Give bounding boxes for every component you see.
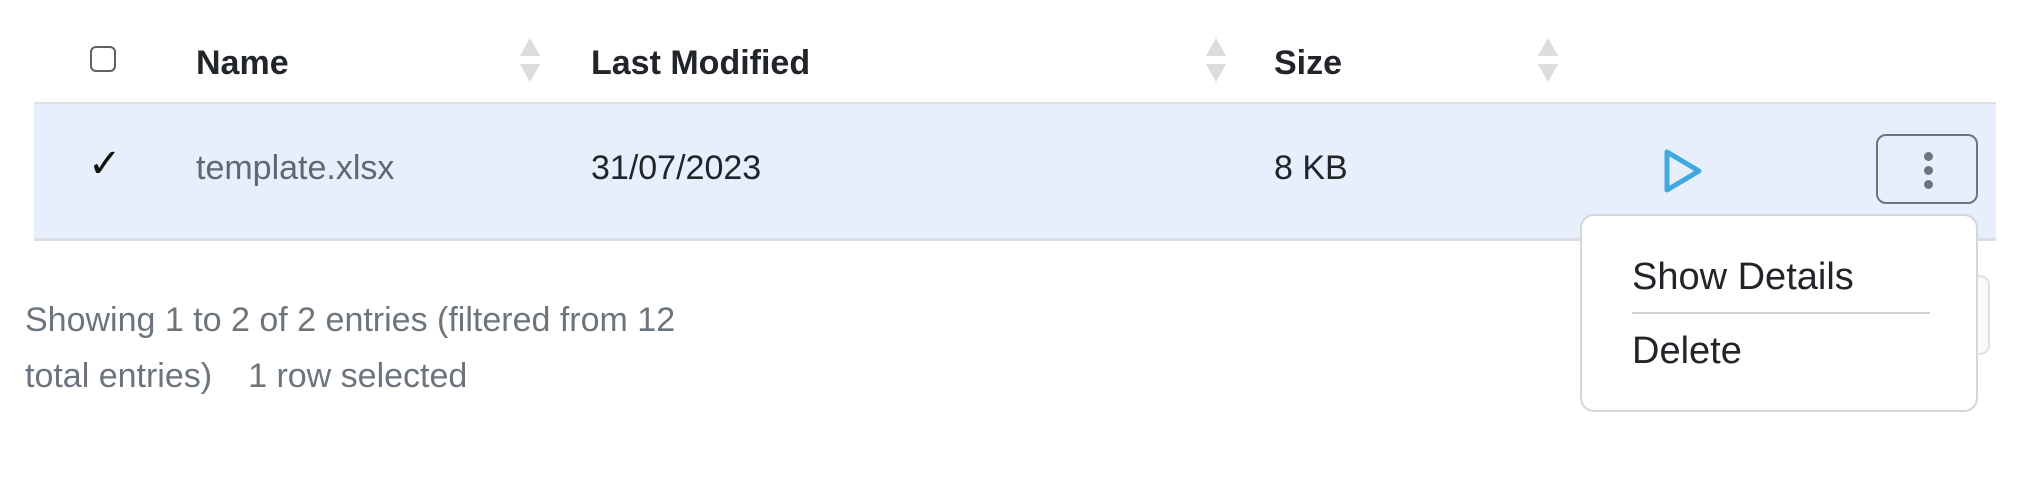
size-cell: 8 KB (1274, 149, 1348, 187)
selected-count: 1 row selected (248, 357, 468, 395)
column-header-last-modified[interactable]: Last Modified (591, 44, 810, 83)
table-info: Showing 1 to 2 of 2 entries (filtered fr… (25, 292, 675, 404)
menu-item-delete[interactable]: Delete (1632, 330, 1742, 373)
more-actions-button[interactable] (1876, 134, 1978, 204)
menu-divider (1632, 312, 1930, 314)
row-checkbox-checked-icon[interactable]: ✓ (88, 144, 122, 184)
column-header-name[interactable]: Name (196, 44, 289, 83)
sort-name-icon[interactable] (518, 38, 540, 82)
row-actions-menu: Show Details Delete (1580, 214, 1978, 412)
last-modified-cell: 31/07/2023 (591, 149, 762, 187)
column-header-size[interactable]: Size (1274, 44, 1342, 83)
file-table-page: Name Last Modified Size ✓ template.xlsx … (0, 0, 2018, 478)
sort-size-icon[interactable] (1536, 38, 1558, 82)
play-icon[interactable] (1662, 148, 1704, 194)
menu-item-show-details[interactable]: Show Details (1632, 256, 1854, 299)
entries-info-line1: Showing 1 to 2 of 2 entries (filtered fr… (25, 301, 676, 339)
entries-info-line2: total entries) (25, 357, 213, 395)
file-name-cell[interactable]: template.xlsx (196, 149, 394, 188)
sort-last-modified-icon[interactable] (1204, 38, 1226, 82)
select-all-checkbox[interactable] (90, 46, 116, 72)
table-header: Name Last Modified Size (34, 20, 1996, 104)
